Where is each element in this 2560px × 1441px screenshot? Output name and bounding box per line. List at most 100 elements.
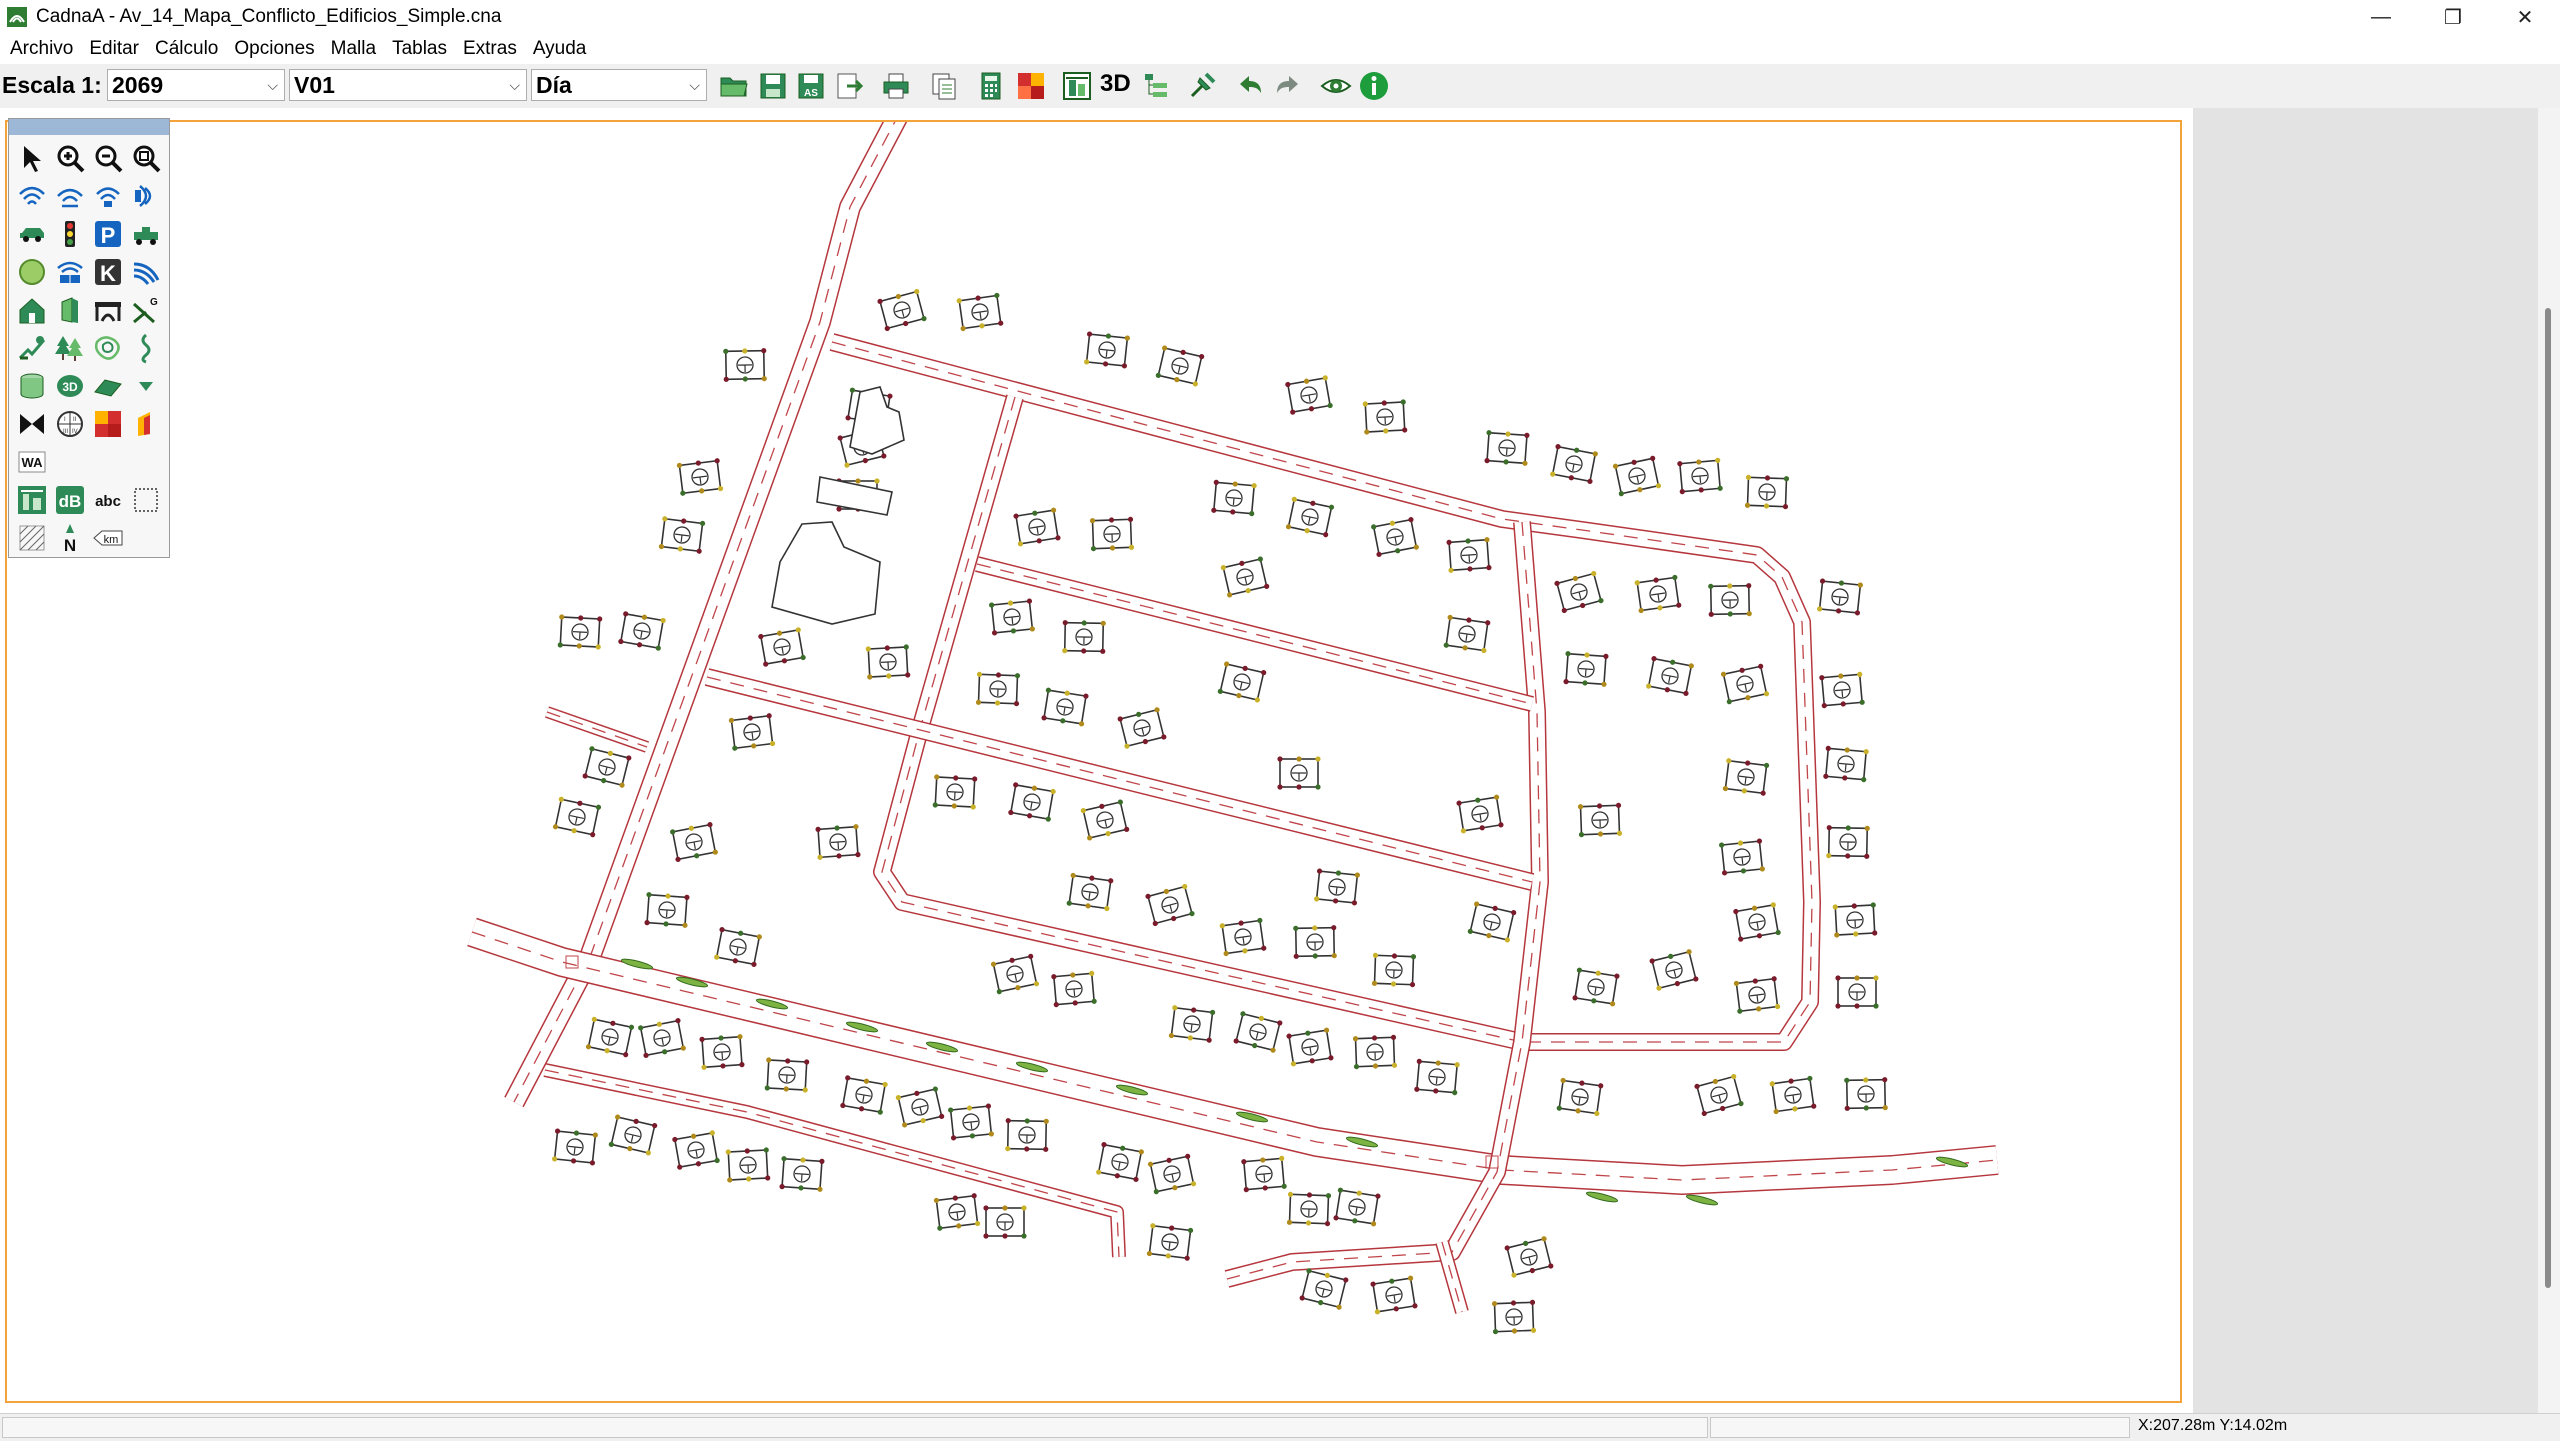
- pointer-tool-icon[interactable]: [15, 141, 49, 175]
- menu-ayuda[interactable]: Ayuda: [533, 38, 587, 60]
- wa-icon[interactable]: WA: [15, 445, 49, 479]
- building[interactable]: [1844, 1077, 1888, 1111]
- grid-calculation-icon[interactable]: [1015, 70, 1047, 102]
- building[interactable]: [1013, 507, 1061, 547]
- maximize-button[interactable]: ❐: [2417, 0, 2489, 34]
- building[interactable]: [1443, 614, 1491, 654]
- scale-combo[interactable]: 2069 ⌵: [107, 69, 285, 101]
- building[interactable]: [1826, 825, 1870, 859]
- building[interactable]: [1414, 1058, 1460, 1096]
- building[interactable]: [1005, 1118, 1049, 1152]
- building[interactable]: [1744, 474, 1790, 510]
- north-arrow-icon[interactable]: N: [53, 521, 87, 555]
- building[interactable]: [1733, 976, 1781, 1014]
- variant-combo[interactable]: V01 ⌵: [289, 69, 527, 101]
- building[interactable]: [764, 1057, 810, 1093]
- parking-lot-icon[interactable]: P: [91, 217, 125, 251]
- building[interactable]: [1371, 952, 1417, 988]
- building[interactable]: [1733, 902, 1781, 942]
- building[interactable]: [1096, 1142, 1145, 1183]
- building[interactable]: [1041, 687, 1089, 727]
- auxiliary-polygon-icon[interactable]: [129, 483, 163, 517]
- building[interactable]: [1241, 1155, 1287, 1193]
- area-source-icon[interactable]: [91, 179, 125, 213]
- building[interactable]: [1333, 1187, 1381, 1227]
- building[interactable]: [1277, 756, 1321, 790]
- undo-icon[interactable]: [1234, 70, 1266, 102]
- ground-absorption-icon[interactable]: G: [129, 293, 163, 327]
- receiver-icon[interactable]: [15, 331, 49, 365]
- building[interactable]: [975, 671, 1021, 707]
- forest-icon[interactable]: [53, 331, 87, 365]
- building[interactable]: [1612, 455, 1662, 497]
- building[interactable]: [608, 1114, 658, 1156]
- building[interactable]: [557, 614, 603, 650]
- triangle-down-icon[interactable]: [129, 369, 163, 403]
- building[interactable]: [582, 746, 632, 789]
- building[interactable]: [725, 1147, 771, 1183]
- building[interactable]: [1819, 671, 1865, 709]
- minimize-button[interactable]: —: [2345, 0, 2417, 34]
- building[interactable]: [865, 644, 911, 680]
- building[interactable]: [1467, 901, 1517, 943]
- noise-map-icon[interactable]: [15, 483, 49, 517]
- building[interactable]: [1446, 537, 1492, 573]
- zoom-extent-icon[interactable]: [129, 141, 163, 175]
- building[interactable]: [1371, 517, 1420, 558]
- building[interactable]: [877, 288, 927, 332]
- height-line-icon[interactable]: [129, 331, 163, 365]
- save-as-icon[interactable]: AS: [795, 70, 827, 102]
- building[interactable]: [1556, 1077, 1604, 1117]
- building[interactable]: [638, 1018, 687, 1059]
- building[interactable]: [1217, 661, 1267, 703]
- building[interactable]: [983, 1205, 1027, 1239]
- bridge-icon[interactable]: [91, 293, 125, 327]
- building[interactable]: [932, 774, 978, 810]
- building[interactable]: [990, 953, 1040, 995]
- building[interactable]: [1084, 331, 1130, 369]
- building[interactable]: [1286, 1191, 1332, 1227]
- pin-tool-icon[interactable]: [1186, 70, 1218, 102]
- road-spur-west[interactable]: [545, 706, 649, 753]
- info-icon[interactable]: [1358, 70, 1390, 102]
- scrollbar-thumb[interactable]: [2545, 308, 2551, 1288]
- building[interactable]: [1823, 745, 1869, 783]
- road-icon[interactable]: [15, 217, 49, 251]
- building[interactable]: [1117, 707, 1167, 750]
- building[interactable]: [1572, 967, 1620, 1007]
- building[interactable]: [672, 1130, 720, 1170]
- settings-table-icon[interactable]: I II III IV: [53, 407, 87, 441]
- building[interactable]: [1563, 651, 1609, 687]
- building[interactable]: [989, 598, 1035, 636]
- building[interactable]: [1051, 970, 1097, 1008]
- building[interactable]: [1456, 794, 1504, 834]
- hatch-icon[interactable]: [15, 521, 49, 555]
- tennis-court-icon[interactable]: [53, 255, 87, 289]
- building[interactable]: [1550, 444, 1599, 485]
- building[interactable]: [779, 1156, 825, 1192]
- menu-opciones[interactable]: Opciones: [234, 38, 314, 60]
- building[interactable]: [1769, 1075, 1817, 1115]
- building[interactable]: [1145, 883, 1195, 927]
- building[interactable]: [1219, 917, 1267, 957]
- building[interactable]: [1299, 1268, 1349, 1311]
- partial-grid-icon[interactable]: [129, 407, 163, 441]
- menu-editar[interactable]: Editar: [89, 38, 139, 60]
- save-icon[interactable]: [757, 70, 789, 102]
- building[interactable]: [758, 627, 806, 667]
- building[interactable]: [1708, 583, 1752, 617]
- km-scale-icon[interactable]: km: [91, 521, 125, 555]
- building[interactable]: [1646, 656, 1695, 697]
- building[interactable]: [1577, 802, 1623, 838]
- zoom-out-icon[interactable]: [91, 141, 125, 175]
- grid-color-icon[interactable]: [91, 407, 125, 441]
- building[interactable]: [948, 1103, 994, 1141]
- building[interactable]: [1352, 1034, 1398, 1070]
- noise-map-view-icon[interactable]: [1061, 70, 1093, 102]
- building[interactable]: [1835, 975, 1879, 1009]
- map-view[interactable]: [5, 120, 2182, 1403]
- wind-icon[interactable]: [129, 255, 163, 289]
- building[interactable]: [552, 1128, 598, 1166]
- bow-tie-icon[interactable]: [15, 407, 49, 441]
- building[interactable]: [1634, 574, 1682, 614]
